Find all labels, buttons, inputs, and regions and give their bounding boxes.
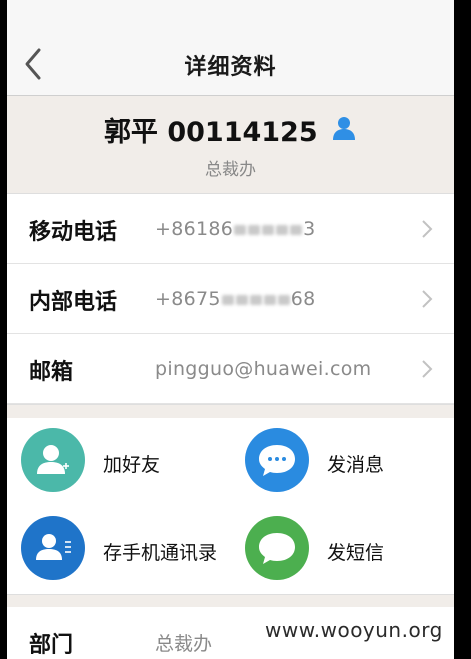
- profile-name-row: 郭平 00114125: [7, 110, 454, 149]
- chevron-right-icon: [422, 360, 433, 378]
- chevron-right-icon: [422, 290, 433, 308]
- profile-header: 郭平 00114125 总裁办: [7, 96, 454, 194]
- send-message-button[interactable]: 发消息: [231, 418, 451, 492]
- internal-phone-row[interactable]: 内部电话 +8675 68: [7, 264, 454, 334]
- internal-phone-prefix: +8675: [155, 288, 221, 310]
- mobile-phone-prefix: +86186: [155, 218, 234, 240]
- sms-bubble-icon: [245, 516, 309, 580]
- add-friend-button[interactable]: 加好友: [7, 418, 227, 492]
- department-label: 部门: [29, 633, 74, 658]
- send-sms-label: 发短信: [327, 542, 385, 564]
- save-contacts-label: 存手机通讯录: [103, 542, 218, 564]
- internal-phone-label: 内部电话: [29, 290, 118, 315]
- chevron-right-icon: [422, 220, 433, 238]
- person-icon: [331, 115, 357, 148]
- internal-phone-suffix: 68: [290, 288, 316, 310]
- save-contacts-button[interactable]: 存手机通讯录: [7, 506, 227, 580]
- email-value: pingguo@huawei.com: [155, 358, 372, 380]
- section-divider: [7, 404, 454, 419]
- email-row[interactable]: 邮箱 pingguo@huawei.com: [7, 334, 454, 404]
- contact-card-icon: [21, 516, 85, 580]
- send-message-label: 发消息: [327, 454, 385, 476]
- add-person-icon: [21, 428, 85, 492]
- email-label: 邮箱: [29, 360, 74, 385]
- nav-bar: 详细资料: [7, 0, 454, 96]
- mobile-phone-suffix: 3: [303, 218, 316, 240]
- action-grid: 加好友 发消息 存手机通讯录 发短信: [7, 418, 454, 594]
- add-friend-label: 加好友: [103, 454, 161, 476]
- department-value: 总裁办: [155, 633, 213, 655]
- mobile-phone-label: 移动电话: [29, 220, 118, 245]
- page-title: 详细资料: [184, 55, 277, 80]
- watermark: www.wooyun.org: [265, 618, 443, 642]
- mobile-phone-value: +86186 3: [155, 218, 316, 240]
- mobile-phone-row[interactable]: 移动电话 +86186 3: [7, 194, 454, 264]
- contact-info-list: 移动电话 +86186 3 内部电话 +8675 68 邮箱 pingguo@hua…: [7, 194, 454, 404]
- internal-phone-value: +8675 68: [155, 288, 316, 310]
- section-divider: [7, 594, 454, 608]
- send-sms-button[interactable]: 发短信: [231, 506, 451, 580]
- profile-department: 总裁办: [205, 160, 256, 180]
- profile-name: 郭平 00114125: [103, 117, 318, 148]
- contact-detail-screen: 详细资料 郭平 00114125 总裁办 移动电话 +86186 3 内部电话: [7, 0, 454, 659]
- chat-bubble-icon: [245, 428, 309, 492]
